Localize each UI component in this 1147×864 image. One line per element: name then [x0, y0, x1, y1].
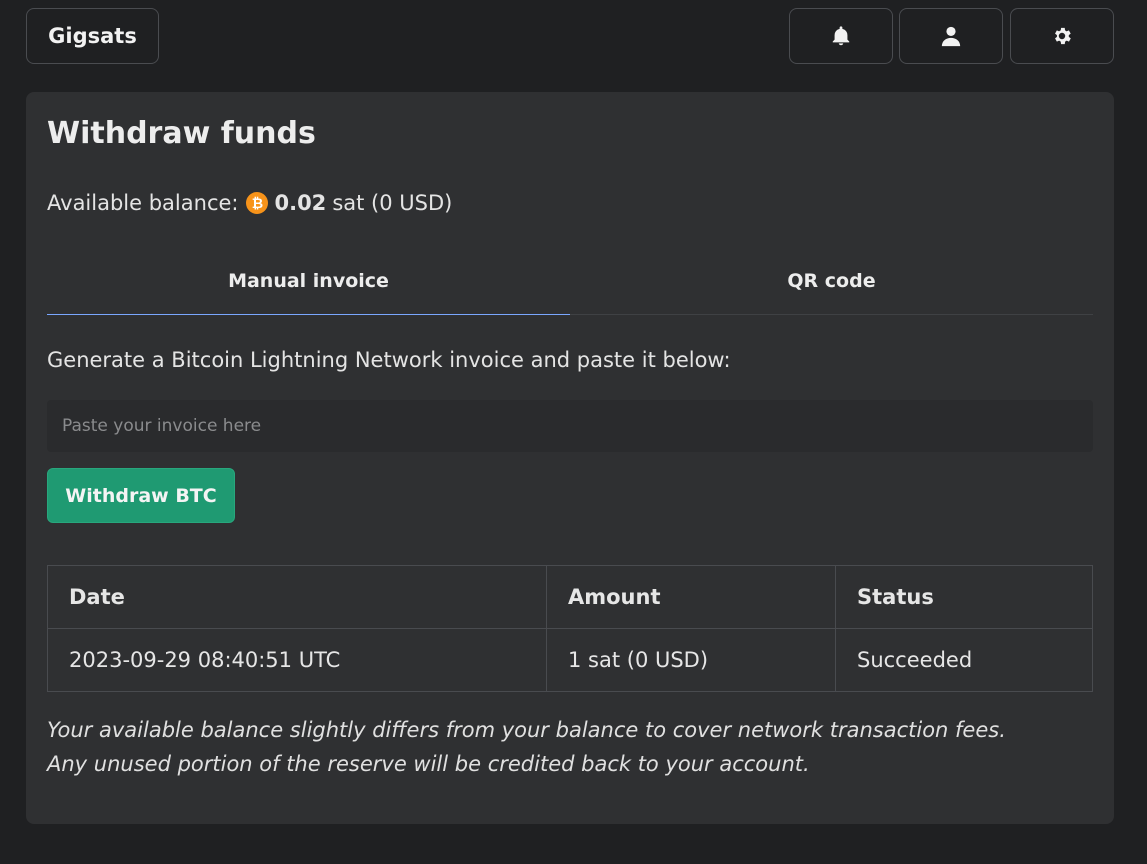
table-row: 2023-09-29 08:40:51 UTC 1 sat (0 USD) Su…	[47, 628, 1093, 692]
withdraw-btc-button[interactable]: Withdraw BTC	[47, 468, 235, 523]
available-balance: Available balance: ₿ 0.02 sat (0 USD)	[47, 191, 452, 215]
column-header-status: Status	[835, 565, 1093, 629]
balance-note: Your available balance slightly differs …	[47, 713, 1006, 781]
top-navbar: Gigsats	[0, 0, 1147, 72]
bitcoin-icon: ₿	[246, 192, 269, 214]
invoice-instruction: Generate a Bitcoin Lightning Network inv…	[47, 348, 731, 372]
column-header-date: Date	[47, 565, 547, 629]
user-icon	[941, 26, 961, 47]
balance-suffix: sat (0 USD)	[332, 191, 453, 215]
note-line: Your available balance slightly differs …	[47, 718, 1006, 742]
invoice-input[interactable]	[47, 400, 1093, 452]
withdrawal-history-table: Date Amount Status 2023-09-29 08:40:51 U…	[47, 565, 1093, 692]
brand-button[interactable]: Gigsats	[26, 8, 159, 64]
cell-amount: 1 sat (0 USD)	[546, 628, 836, 692]
settings-button[interactable]	[1010, 8, 1114, 64]
gear-icon	[1055, 27, 1071, 45]
column-header-amount: Amount	[546, 565, 836, 629]
table-header-row: Date Amount Status	[47, 565, 1093, 629]
note-line: Any unused portion of the reserve will b…	[47, 752, 810, 776]
balance-amount: 0.02	[274, 191, 327, 215]
page-title: Withdraw funds	[47, 116, 316, 151]
withdraw-tabs: Manual invoice QR code	[47, 248, 1093, 315]
tab-qr-code[interactable]: QR code	[570, 248, 1093, 315]
profile-button[interactable]	[899, 8, 1003, 64]
tab-manual-invoice[interactable]: Manual invoice	[47, 248, 570, 315]
balance-label: Available balance:	[47, 191, 239, 215]
notifications-button[interactable]	[789, 8, 893, 64]
withdraw-card: Withdraw funds Available balance: ₿ 0.02…	[26, 92, 1114, 824]
cell-status: Succeeded	[835, 628, 1093, 692]
bell-icon	[832, 26, 850, 46]
cell-date: 2023-09-29 08:40:51 UTC	[47, 628, 547, 692]
